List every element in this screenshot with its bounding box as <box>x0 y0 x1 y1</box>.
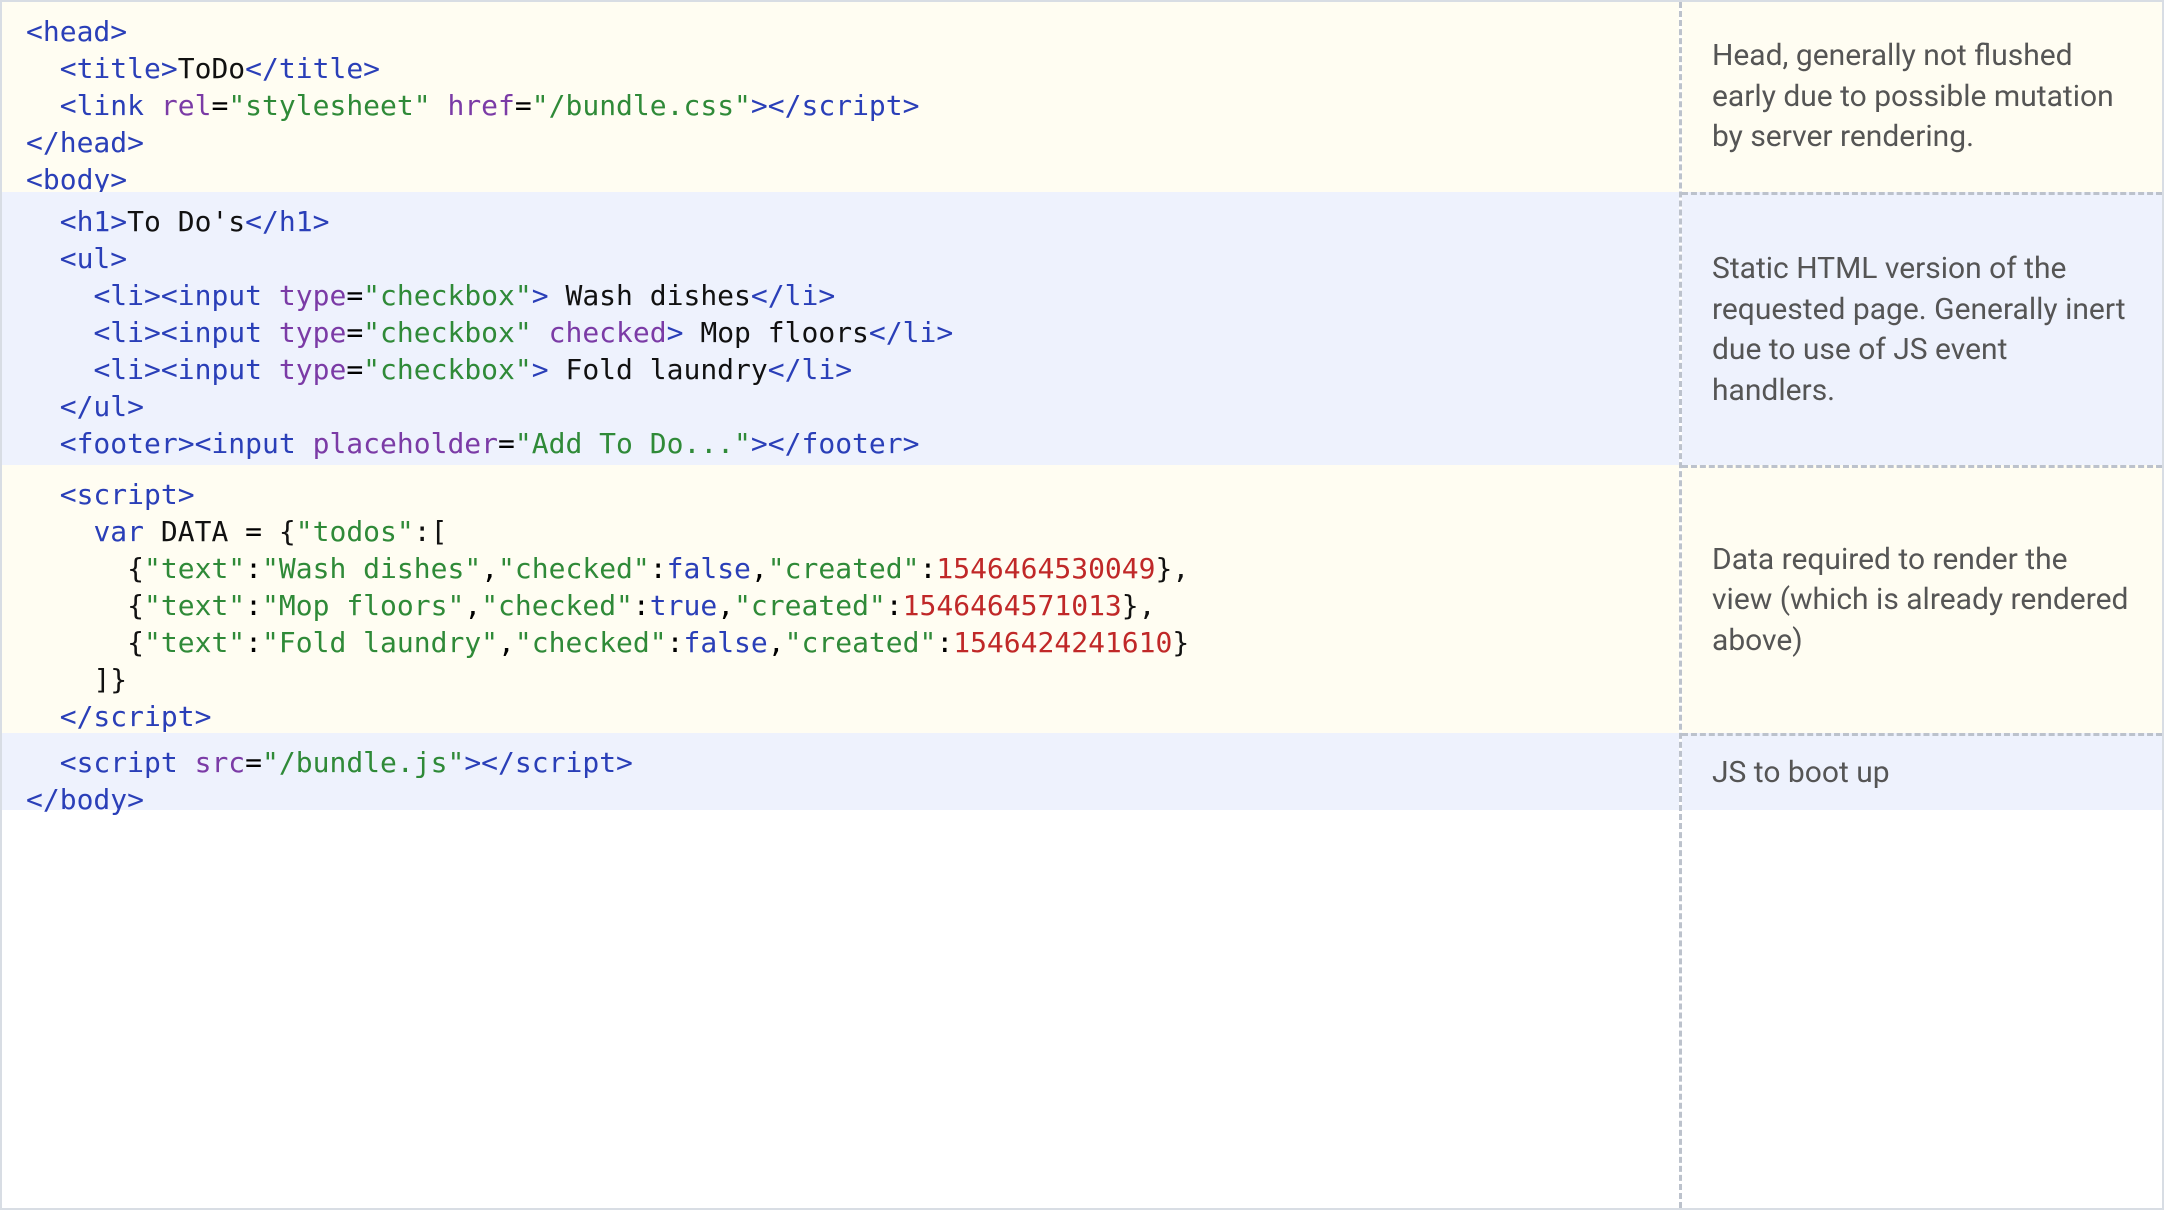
description-column: Head, generally not flushed early due to… <box>1679 2 2162 1208</box>
data-var-name: DATA <box>161 515 228 548</box>
link-href: "/bundle.css" <box>532 89 751 122</box>
description-boot-js: JS to boot up <box>1682 733 2162 810</box>
footer-placeholder: "Add To Do..." <box>515 427 751 460</box>
link-rel: "stylesheet" <box>228 89 430 122</box>
code-block-head: <head> <title>ToDo</title> <link rel="st… <box>2 2 1679 192</box>
code-block-data: <script> var DATA = {"todos":[ {"text":"… <box>2 465 1679 733</box>
li3-text: Fold laundry <box>549 353 768 386</box>
script-src: "/bundle.js" <box>262 746 464 779</box>
li1-type: "checkbox" <box>363 279 532 312</box>
todo2-created: 1546464571013 <box>903 589 1122 622</box>
li2-text: Mop floors <box>683 316 868 349</box>
description-data: Data required to render the view (which … <box>1682 465 2162 733</box>
li1-text: Wash dishes <box>549 279 751 312</box>
code-block-boot-js: <script src="/bundle.js"></script> </bod… <box>2 733 1679 810</box>
li2-checked: checked <box>549 316 667 349</box>
var-keyword: var <box>93 515 144 548</box>
description-static-html: Static HTML version of the requested pag… <box>1682 192 2162 465</box>
code-block-static-html: <h1>To Do's</h1> <ul> <li><input type="c… <box>2 192 1679 465</box>
todo1-created: 1546464530049 <box>936 552 1155 585</box>
todo3-created: 1546424241610 <box>953 626 1172 659</box>
annotated-code-diagram: <head> <title>ToDo</title> <link rel="st… <box>0 0 2164 1210</box>
description-head: Head, generally not flushed early due to… <box>1682 2 2162 192</box>
title-text: ToDo <box>178 52 245 85</box>
code-column: <head> <title>ToDo</title> <link rel="st… <box>2 2 1679 1208</box>
li2-type: "checkbox" <box>363 316 532 349</box>
li3-type: "checkbox" <box>363 353 532 386</box>
h1-text: To Do's <box>127 205 245 238</box>
